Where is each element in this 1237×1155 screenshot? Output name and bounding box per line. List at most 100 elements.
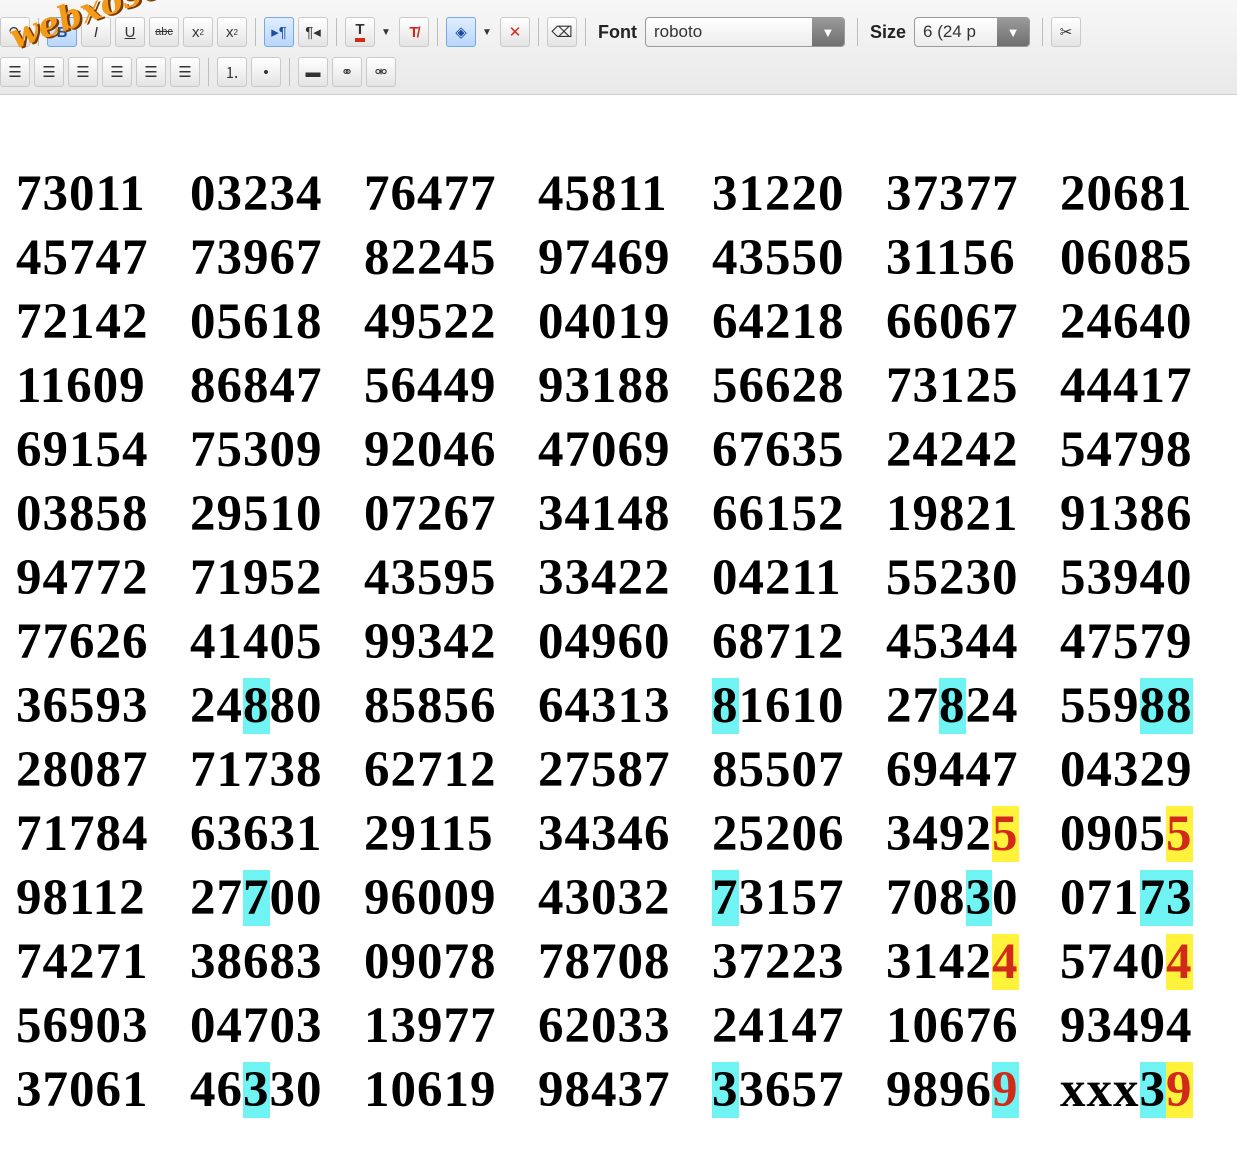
separator (208, 58, 209, 86)
align-full-icon[interactable]: ☰ (170, 57, 200, 87)
number-cell: 55230 (886, 550, 1019, 606)
highlighted-digit: 8 (243, 678, 270, 734)
number-cell: 31220 (712, 166, 845, 222)
number-cell: 37377 (886, 166, 1019, 222)
number-cell: 73157 (712, 870, 845, 926)
size-select[interactable]: 6 (24 p ▼ (914, 17, 1031, 47)
align-left-icon[interactable]: ☰ (0, 57, 30, 87)
highlighted-digit: 3 (965, 870, 992, 926)
number-cell: 03858 (16, 486, 149, 542)
number-cell: 34925 (886, 806, 1019, 862)
align-right-icon[interactable]: ☰ (102, 57, 132, 87)
editor-toolbar: ↷ B I U abc x2 x2 ▸¶ ¶◂ T ▼ T̸ ◈ ▼ ✕ ⌫ F… (0, 0, 1237, 95)
unordered-list-icon[interactable]: • (251, 57, 281, 87)
highlighted-digit: 4 (1166, 934, 1193, 990)
number-cell: 29510 (190, 486, 323, 542)
text-color-icon[interactable]: T (345, 17, 375, 47)
number-cell: 64313 (538, 678, 671, 734)
number-cell: 37223 (712, 934, 845, 990)
separator (538, 18, 539, 46)
number-cell: 25206 (712, 806, 845, 862)
font-label: Font (598, 21, 637, 42)
number-cell: 73011 (16, 166, 146, 222)
separator (255, 18, 256, 46)
number-cell: 72142 (16, 294, 149, 350)
highlighted-digit: 4 (992, 934, 1019, 990)
number-cell: 56903 (16, 998, 149, 1054)
number-cell: 57404 (1060, 934, 1193, 990)
number-cell: 10676 (886, 998, 1019, 1054)
cut-icon[interactable]: ✂ (1051, 17, 1082, 47)
highlighted-digit: 3 (243, 1062, 270, 1118)
separator (585, 18, 586, 46)
number-cell: 20681 (1060, 166, 1193, 222)
insert-link-icon[interactable]: ⚭ (332, 57, 362, 87)
number-cell: 45747 (16, 230, 149, 286)
number-cell: 92046 (364, 422, 497, 478)
align-center-icon[interactable]: ☰ (68, 57, 98, 87)
number-cell: 09055 (1060, 806, 1193, 862)
number-cell: 56628 (712, 358, 845, 414)
number-cell: 04703 (190, 998, 323, 1054)
horizontal-rule-icon[interactable]: ▬ (298, 57, 328, 87)
number-cell: 43032 (538, 870, 671, 926)
number-cell: xxx39 (1060, 1062, 1193, 1118)
remove-link-icon[interactable]: ⚮ (366, 57, 396, 87)
chevron-down-icon[interactable]: ▼ (480, 17, 494, 47)
number-cell: 11609 (16, 358, 146, 414)
size-label: Size (869, 21, 907, 42)
eraser-icon[interactable]: ⌫ (547, 17, 577, 47)
number-cell: 62033 (538, 998, 671, 1054)
highlighted-digit: 7 (712, 870, 739, 926)
number-cell: 66152 (712, 486, 845, 542)
chevron-down-icon[interactable]: ▼ (997, 18, 1030, 46)
number-cell: 06085 (1060, 230, 1193, 286)
font-select-value: roboto (653, 22, 703, 41)
number-cell: 55988 (1060, 678, 1193, 734)
highlighted-digit: 7 (243, 870, 270, 926)
number-cell: 98969 (886, 1062, 1019, 1118)
rtl-direction-icon[interactable]: ¶◂ (298, 17, 328, 47)
number-cell: 43595 (364, 550, 497, 606)
number-cell: 47579 (1060, 614, 1193, 670)
font-select[interactable]: roboto ▼ (644, 17, 845, 47)
highlighted-digit: 8 (939, 678, 966, 734)
superscript-icon[interactable]: x2 (217, 17, 247, 47)
chevron-down-icon[interactable]: ▼ (379, 17, 393, 47)
number-cell: 78708 (538, 934, 671, 990)
number-cell: 96009 (364, 870, 497, 926)
strikethrough-icon[interactable]: abc (149, 17, 179, 47)
number-cell: 91386 (1060, 486, 1193, 542)
number-cell: 24880 (190, 678, 323, 734)
number-cell: 04329 (1060, 742, 1193, 798)
number-cell: 24242 (886, 422, 1019, 478)
number-cell: 04211 (712, 550, 842, 606)
align-left-icon[interactable]: ☰ (34, 57, 64, 87)
subscript-icon[interactable]: x2 (183, 17, 213, 47)
number-cell: 67635 (712, 422, 845, 478)
number-cell: 56449 (364, 358, 497, 414)
number-cell: 44417 (1060, 358, 1193, 414)
chevron-down-icon[interactable]: ▼ (811, 18, 844, 46)
highlighted-digit: 5 (1166, 806, 1193, 862)
ltr-direction-icon[interactable]: ▸¶ (264, 17, 294, 47)
separator (336, 18, 337, 46)
underline-icon[interactable]: U (115, 17, 145, 47)
number-cell: 69447 (886, 742, 1019, 798)
number-cell: 33657 (712, 1062, 845, 1118)
number-cell: 10619 (364, 1062, 497, 1118)
remove-text-color-icon[interactable]: T̸ (399, 17, 429, 47)
number-cell: 82245 (364, 230, 497, 286)
number-cell: 04019 (538, 294, 671, 350)
number-cell: 76477 (364, 166, 497, 222)
ordered-list-icon[interactable]: ⒈ (217, 57, 247, 87)
background-color-icon[interactable]: ◈ (446, 17, 476, 47)
number-cell: 34148 (538, 486, 671, 542)
remove-background-color-icon[interactable]: ✕ (500, 17, 530, 47)
number-cell: 29115 (364, 806, 494, 862)
number-cell: 68712 (712, 614, 845, 670)
number-cell: 31156 (886, 230, 1016, 286)
number-cell: 71784 (16, 806, 149, 862)
number-cell: 41405 (190, 614, 323, 670)
align-justify-icon[interactable]: ☰ (136, 57, 166, 87)
